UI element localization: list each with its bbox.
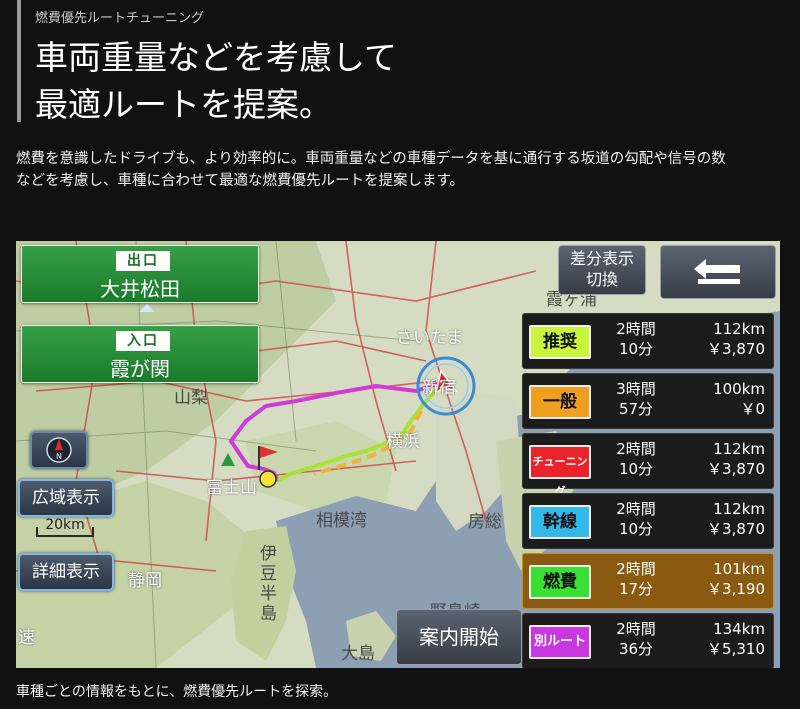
header-accent-bar xyxy=(17,0,21,122)
diff-display-line-1: 差分表示 xyxy=(569,249,634,268)
route-badge: チューニング xyxy=(529,445,591,498)
description-line-2: などを考慮し、車種に合わせて最適な燃費優先ルートを提案します。 xyxy=(16,173,465,189)
map-label-oshima: 大島 xyxy=(341,644,375,664)
route-option-general[interactable]: 一般 3時間 57分 100km ￥0 xyxy=(522,373,774,429)
exit-name: 大井松田 xyxy=(100,277,180,301)
route-distance-cost: 101km ￥3,190 xyxy=(707,560,765,598)
route-option-trunk[interactable]: 幹線 2時間 10分 112km ￥3,870 xyxy=(522,493,774,549)
route-option-tuning[interactable]: チューニング 2時間 10分 112km ￥3,870 xyxy=(522,433,774,498)
exit-sign: 出口 大井松田 xyxy=(21,245,259,303)
entrance-tag: 入口 xyxy=(116,331,170,351)
title-line-2: 最適ルートを提案。 xyxy=(35,85,332,124)
map-label-sagamiwan: 相模湾 xyxy=(316,511,367,531)
entrance-sign: 入口 霞が関 xyxy=(21,325,259,383)
diff-display-toggle-button[interactable]: 差分表示 切換 xyxy=(558,245,646,295)
route-option-fuel-economy[interactable]: 燃費 2時間 17分 101km ￥3,190 xyxy=(522,553,774,609)
route-time: 2時間 10分 xyxy=(616,500,656,538)
detail-view-button[interactable]: 詳細表示 xyxy=(18,553,114,591)
section-kicker: 燃費優先ルートチューニング xyxy=(35,11,205,26)
route-distance-cost: 100km ￥0 xyxy=(713,380,765,418)
map-label-fujisan: 富士山 xyxy=(206,478,257,498)
map-scale: 20km xyxy=(30,517,100,539)
route-badge: 一般 xyxy=(529,385,591,419)
map-label-yokohama: 横浜 xyxy=(386,432,420,452)
start-guidance-button[interactable]: 案内開始 xyxy=(396,609,522,665)
route-badge: 燃費 xyxy=(529,565,591,599)
description: 燃費を意識したドライブも、より効率的に。車両重量などの車種データを基に通行する坂… xyxy=(16,148,786,192)
compass-icon: N xyxy=(46,437,72,463)
route-option-alternate[interactable]: 別ルート 2時間 36分 134km ￥5,310 xyxy=(522,613,774,668)
diff-display-line-2: 切換 xyxy=(585,270,618,289)
route-badge: 推奨 xyxy=(529,325,591,359)
page-title: 車両重量などを考慮して 最適ルートを提案。 xyxy=(35,34,397,128)
description-line-1: 燃費を意識したドライブも、より効率的に。車両重量などの車種データを基に通行する坂… xyxy=(16,151,726,167)
route-time: 2時間 10分 xyxy=(616,320,656,358)
svg-text:N: N xyxy=(56,452,62,461)
route-badge: 別ルート xyxy=(529,625,591,659)
chevron-up-icon xyxy=(139,304,155,312)
map-label-yamanashi: 山梨 xyxy=(174,388,208,408)
route-time: 2時間 17分 xyxy=(616,560,656,598)
route-options-list: 推奨 2時間 10分 112km ￥3,870 一般 3時間 57分 100km ￥0 … xyxy=(522,313,774,668)
image-caption: 車種ごとの情報をもとに、燃費優先ルートを探索。 xyxy=(16,684,338,700)
wide-view-button[interactable]: 広域表示 xyxy=(18,479,114,517)
map-label-saitama: さいたま xyxy=(396,328,464,348)
entrance-name: 霞が関 xyxy=(110,357,170,381)
scale-bar xyxy=(36,527,94,537)
map-label-izu-4: 島 xyxy=(260,604,277,624)
compass-button[interactable]: N xyxy=(30,431,88,469)
back-arrow-icon xyxy=(694,259,740,284)
route-badge: 幹線 xyxy=(529,505,591,539)
exit-tag: 出口 xyxy=(116,251,170,271)
map-label-shinjuku: 新宿 xyxy=(422,378,456,398)
navigation-map-screenshot: さいたま 新宿 横浜 富士山 相模湾 伊 豆 半 島 静岡 大島 房総 霞ヶ浦 … xyxy=(16,241,780,668)
route-distance-cost: 112km ￥3,870 xyxy=(707,500,765,538)
title-line-1: 車両重量などを考慮して xyxy=(35,38,398,77)
route-distance-cost: 112km ￥3,870 xyxy=(707,440,765,478)
map-label-hayaku: 速 xyxy=(18,628,35,648)
route-time: 3時間 57分 xyxy=(616,380,656,418)
route-option-recommended[interactable]: 推奨 2時間 10分 112km ￥3,870 xyxy=(522,313,774,369)
route-distance-cost: 112km ￥3,870 xyxy=(707,320,765,358)
route-time: 2時間 36分 xyxy=(616,620,656,658)
route-time: 2時間 10分 xyxy=(616,440,656,478)
map-label-boso: 房総 xyxy=(468,512,502,532)
route-distance-cost: 134km ￥5,310 xyxy=(707,620,765,658)
back-button[interactable] xyxy=(660,245,776,299)
map-label-shizuoka: 静岡 xyxy=(128,571,162,591)
